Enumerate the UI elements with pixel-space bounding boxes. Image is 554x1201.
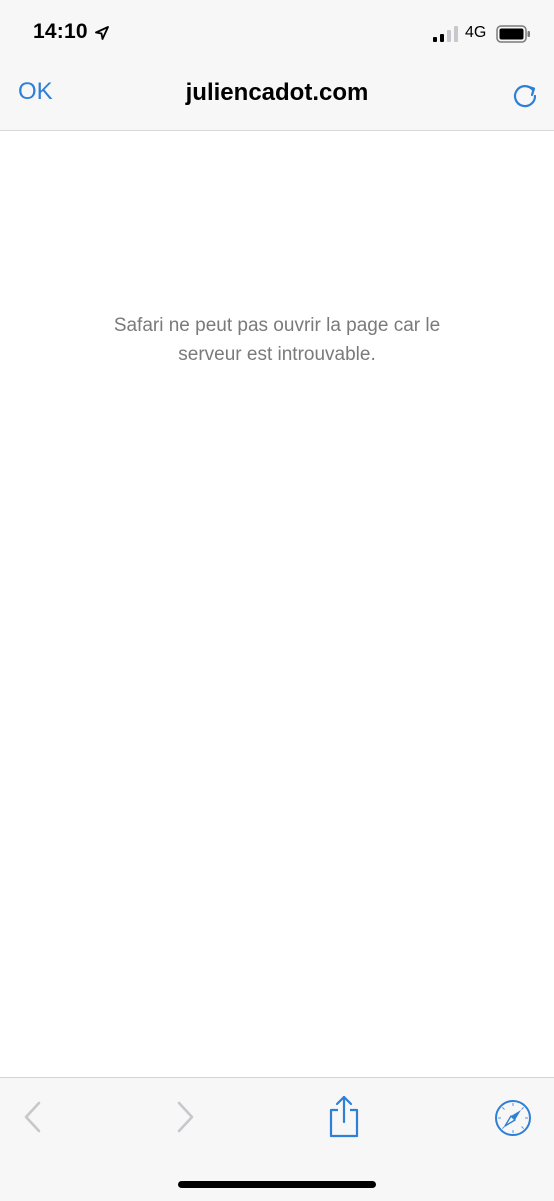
compass-icon[interactable]	[494, 1099, 532, 1137]
home-indicator[interactable]	[178, 1181, 376, 1188]
status-bar: 14:10 4G	[0, 0, 554, 64]
bottom-toolbar	[0, 1077, 554, 1201]
web-content: Safari ne peut pas ouvrir la page car le…	[0, 131, 554, 1077]
back-icon[interactable]	[20, 1100, 48, 1134]
error-message: Safari ne peut pas ouvrir la page car le…	[113, 315, 441, 365]
done-button[interactable]: OK	[18, 78, 53, 106]
network-type: 4G	[465, 24, 487, 41]
forward-icon[interactable]	[170, 1100, 198, 1134]
page-title: juliencadot.com	[185, 79, 369, 106]
status-time: 14:10	[33, 20, 88, 43]
location-arrow-icon	[95, 26, 109, 40]
share-icon[interactable]	[326, 1094, 362, 1138]
signal-bars-icon	[433, 26, 458, 42]
navigation-bar: OK juliencadot.com	[0, 64, 554, 131]
reload-icon[interactable]	[510, 81, 540, 111]
battery-icon	[496, 25, 530, 43]
